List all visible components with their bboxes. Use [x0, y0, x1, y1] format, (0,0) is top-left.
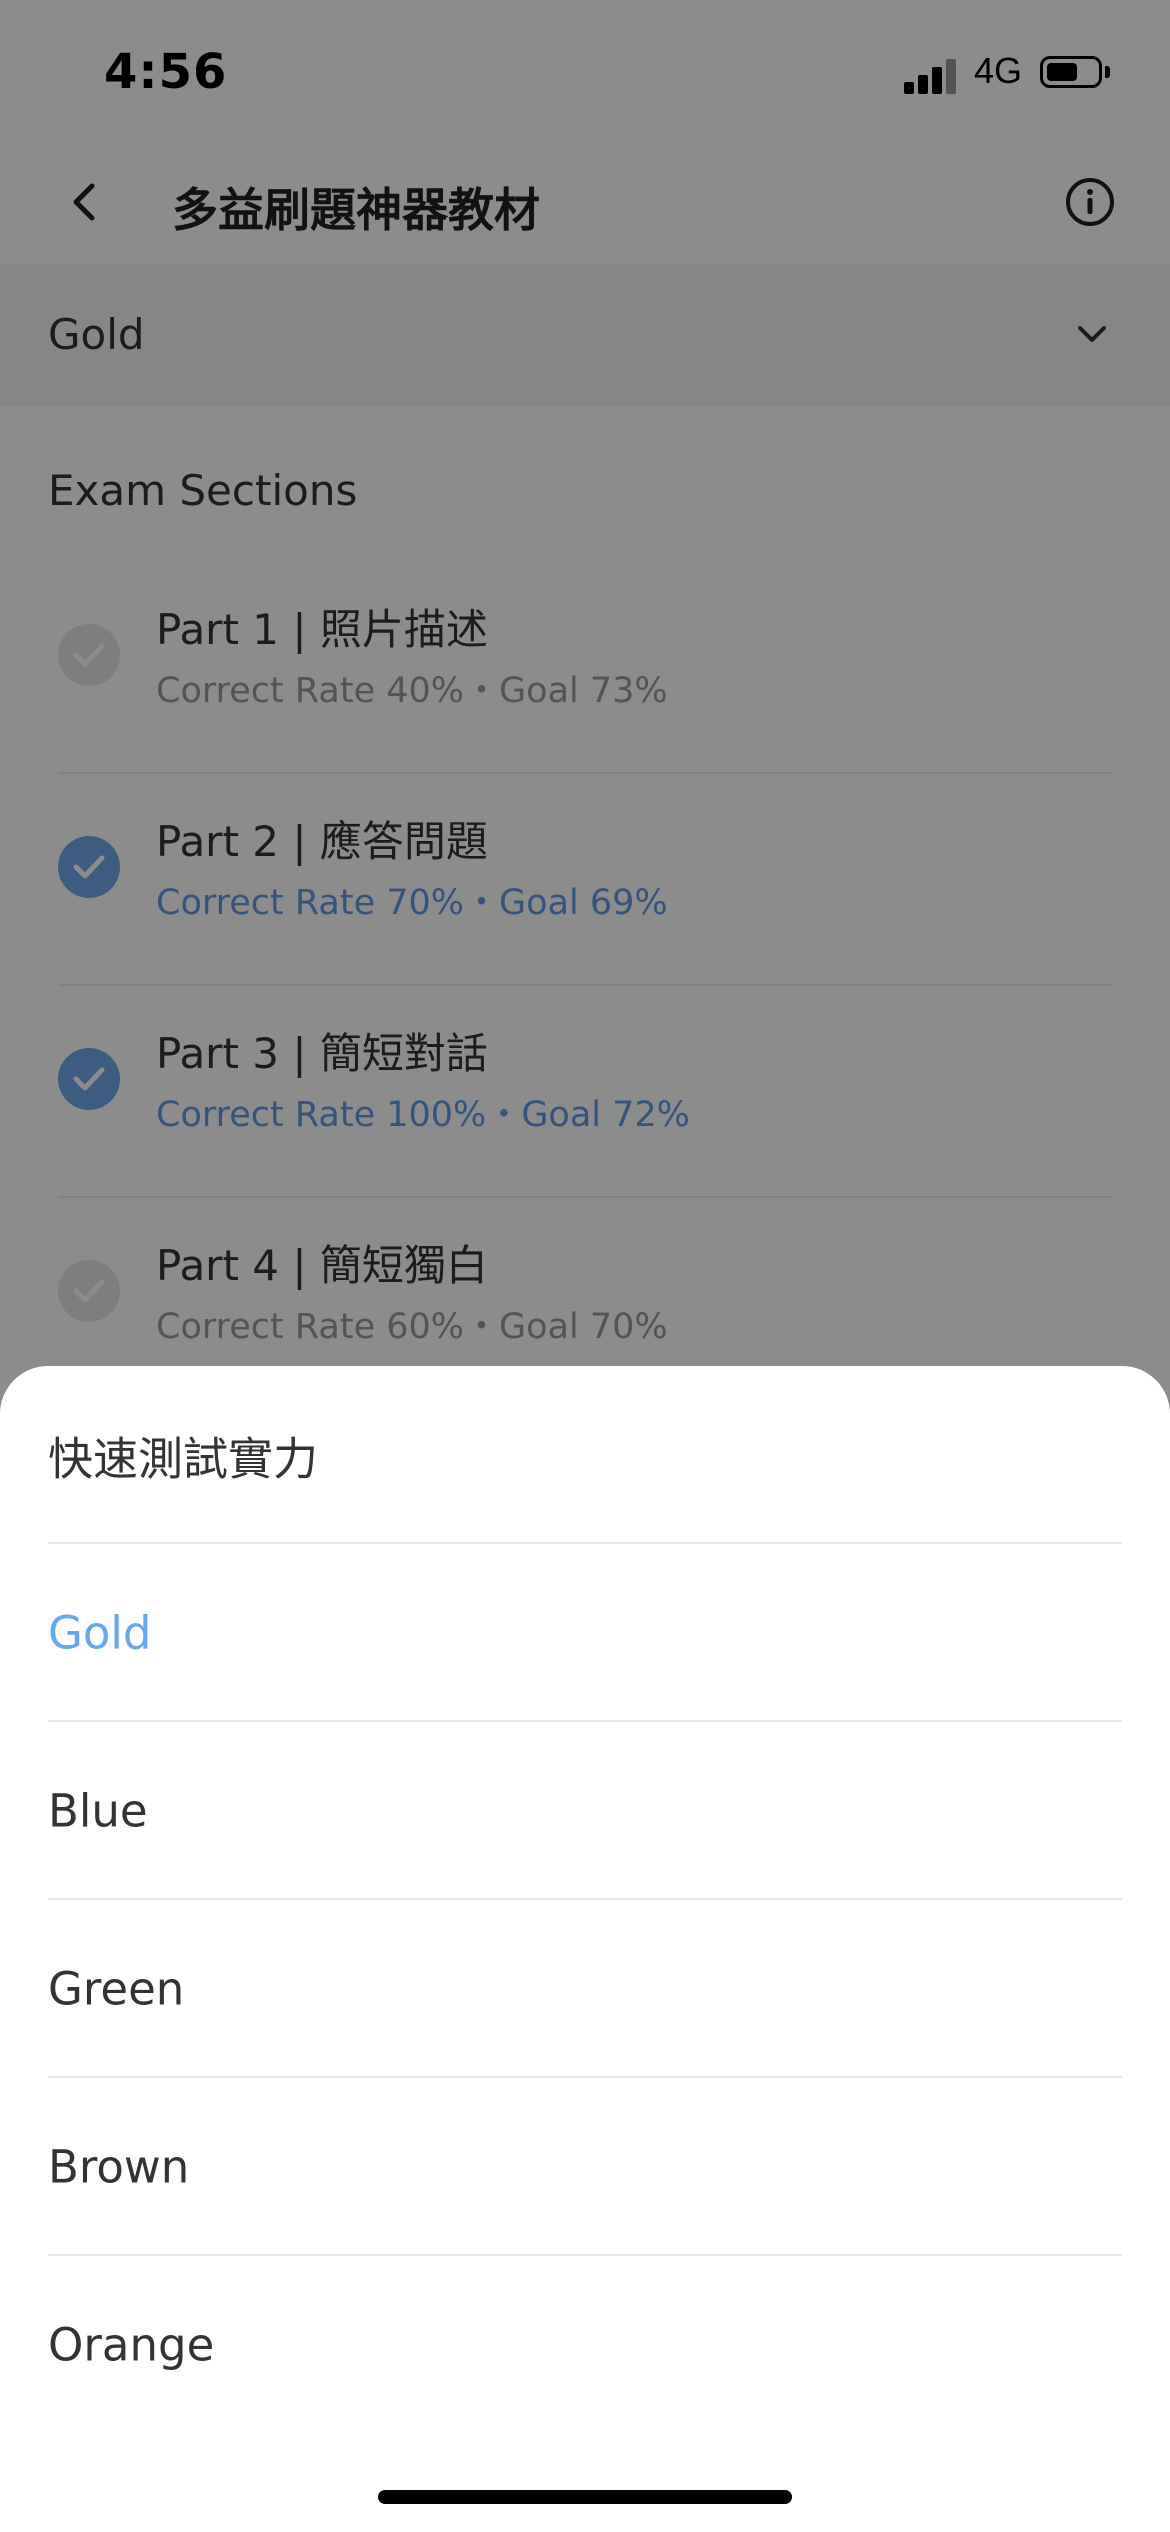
sheet-option-label: Blue	[48, 1784, 148, 1838]
sheet-option-quick-test[interactable]: 快速測試實力	[48, 1366, 1122, 1544]
sheet-option-blue[interactable]: Blue	[48, 1722, 1122, 1900]
level-picker-sheet: 快速測試實力 Gold Blue Green Brown Orange	[0, 1366, 1170, 2532]
sheet-option-label: 快速測試實力	[48, 1432, 319, 1486]
sheet-option-green[interactable]: Green	[48, 1900, 1122, 2078]
sheet-option-brown[interactable]: Brown	[48, 2078, 1122, 2256]
sheet-option-label: Gold	[48, 1606, 152, 1660]
sheet-option-label: Green	[48, 1962, 185, 2016]
screen: 4:56 4G 多益刷題神器教材 Gold Exam Sections Part…	[0, 0, 1170, 2532]
sheet-option-label: Brown	[48, 2140, 190, 2194]
sheet-option-orange[interactable]: Orange	[48, 2256, 1122, 2434]
sheet-option-gold[interactable]: Gold	[48, 1544, 1122, 1722]
sheet-option-label: Orange	[48, 2318, 215, 2372]
home-indicator[interactable]	[378, 2490, 792, 2504]
